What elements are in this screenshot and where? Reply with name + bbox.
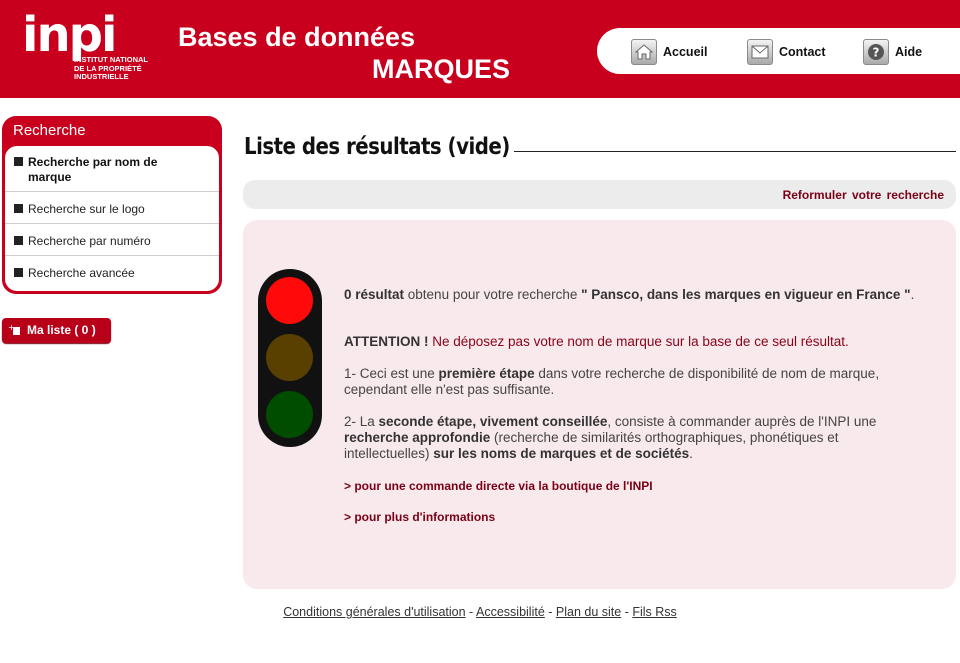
footer-link-rss[interactable]: Fils Rss: [632, 605, 676, 619]
ma-liste-button[interactable]: + Ma liste ( 0 ): [2, 318, 111, 343]
page-title: Liste des résultats (vide): [244, 134, 510, 160]
top-nav: Accueil Contact ? Aide: [597, 28, 960, 74]
red-lamp: [266, 277, 313, 324]
bullet-icon: [14, 268, 23, 277]
reformulate-bar: Reformuler votre recherche: [243, 180, 956, 209]
bullet-icon: [14, 236, 23, 245]
inpi-logo[interactable]: inpi INSTITUT NATIONAL DE LA PROPRIÉTÉ I…: [22, 10, 162, 86]
help-icon: ?: [863, 39, 889, 65]
result-summary: 0 résultat obtenu pour votre recherche "…: [344, 287, 915, 302]
sidebar-item-label: Recherche avancée: [28, 266, 135, 280]
ma-liste-label: Ma liste ( 0 ): [27, 323, 96, 337]
sidebar-item-avancee[interactable]: Recherche avancée: [5, 256, 219, 291]
step-emphasis: sur les noms de marques et de sociétés: [433, 446, 690, 461]
step-emphasis: première étape: [438, 366, 535, 381]
nav-label: Contact: [779, 45, 826, 59]
step-emphasis: recherche approfondie: [344, 430, 491, 445]
logo-mark: inpi: [22, 7, 117, 63]
logo-sub-line: INDUSTRIELLE: [74, 72, 129, 81]
sidebar-item-logo[interactable]: Recherche sur le logo: [5, 192, 219, 224]
nav-aide[interactable]: ? Aide: [863, 38, 922, 66]
footer: Conditions générales d'utilisation - Acc…: [0, 605, 960, 619]
add-to-list-icon: +: [8, 323, 20, 336]
home-icon: [631, 39, 657, 65]
green-lamp: [266, 391, 313, 438]
attention-text: Ne déposez pas votre nom de marque sur l…: [428, 334, 849, 349]
search-sidebar: Recherche Recherche par nom de marque Re…: [2, 116, 222, 294]
svg-text:?: ?: [873, 46, 880, 60]
sidebar-item-numero[interactable]: Recherche par numéro: [5, 224, 219, 256]
attention-label: ATTENTION !: [344, 334, 429, 349]
boutique-link[interactable]: > pour une commande directe via la bouti…: [344, 479, 653, 493]
footer-separator: -: [621, 605, 633, 619]
site-title: Bases de données: [178, 22, 416, 52]
nav-label: Accueil: [663, 45, 708, 59]
sidebar-title: Recherche: [13, 122, 86, 139]
nav-label: Aide: [895, 45, 923, 59]
step-text: 1- Ceci est une: [344, 366, 439, 381]
sidebar-list: Recherche par nom de marque Recherche su…: [5, 146, 219, 291]
step-two-text: 2- La seconde étape, vivement conseillée…: [344, 414, 924, 462]
attention-message: ATTENTION ! Ne déposez pas votre nom de …: [344, 334, 924, 350]
bullet-icon: [14, 204, 23, 213]
step-text: .: [689, 446, 693, 461]
sidebar-item-nom[interactable]: Recherche par nom de marque: [5, 146, 219, 192]
step-one-text: 1- Ceci est une première étape dans votr…: [344, 366, 924, 398]
footer-link-plan[interactable]: Plan du site: [556, 605, 621, 619]
site-subtitle: MARQUES: [372, 54, 511, 84]
result-panel: 0 résultat obtenu pour votre recherche "…: [243, 220, 956, 589]
reformulate-link[interactable]: Reformuler votre recherche: [783, 188, 944, 202]
footer-link-cgu[interactable]: Conditions générales d'utilisation: [283, 605, 465, 619]
sidebar-item-label: Recherche par nom de marque: [28, 155, 158, 184]
step-emphasis: seconde étape, vivement conseillée: [378, 414, 608, 429]
sidebar-item-label: Recherche par numéro: [28, 234, 151, 248]
result-text: obtenu pour votre recherche: [404, 287, 582, 302]
footer-separator: -: [465, 605, 476, 619]
nav-contact[interactable]: Contact: [747, 38, 826, 66]
search-query: " Pansco, dans les marques en vigueur en…: [581, 287, 911, 302]
traffic-light-icon: [258, 269, 322, 447]
sidebar-item-label: Recherche sur le logo: [28, 202, 145, 216]
result-count: 0 résultat: [344, 287, 405, 302]
bullet-icon: [14, 157, 23, 166]
footer-separator: -: [544, 605, 556, 619]
nav-accueil[interactable]: Accueil: [631, 38, 707, 66]
logo-subtitle: INSTITUT NATIONAL DE LA PROPRIÉTÉ INDUST…: [74, 55, 169, 82]
step-text: , consiste à commander auprès de l'INPI …: [607, 414, 877, 429]
step-text: 2- La: [344, 414, 379, 429]
envelope-icon: [747, 39, 773, 65]
site-header: inpi INSTITUT NATIONAL DE LA PROPRIÉTÉ I…: [0, 0, 960, 98]
footer-link-accessibilite[interactable]: Accessibilité: [476, 605, 545, 619]
more-info-link[interactable]: > pour plus d'informations: [344, 510, 495, 524]
title-divider: [514, 151, 956, 152]
amber-lamp: [266, 334, 313, 381]
